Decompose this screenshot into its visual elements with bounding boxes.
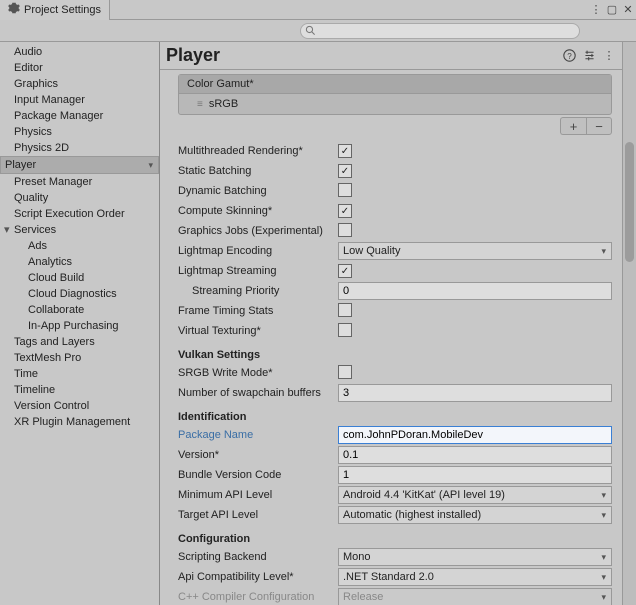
- sidebar-item-tags-and-layers[interactable]: Tags and Layers: [0, 334, 159, 350]
- caret-down-icon: ▾: [4, 223, 14, 237]
- sidebar-item-services[interactable]: ▾Services: [0, 222, 159, 238]
- presets-icon[interactable]: [582, 49, 596, 63]
- sidebar-item-audio[interactable]: Audio: [0, 44, 159, 60]
- cpp-compiler-select: Release: [338, 588, 612, 605]
- srgb-write-checkbox[interactable]: [338, 365, 352, 379]
- sidebar-item-cloud-diagnostics[interactable]: Cloud Diagnostics: [0, 286, 159, 302]
- frame-timing-checkbox[interactable]: [338, 303, 352, 317]
- target-api-level-select[interactable]: Automatic (highest installed): [338, 506, 612, 524]
- sidebar-item-cloud-build[interactable]: Cloud Build: [0, 270, 159, 286]
- sidebar-item-physics-2d[interactable]: Physics 2D: [0, 140, 159, 156]
- identification-heading: Identification: [178, 411, 612, 423]
- settings-sidebar: AudioEditorGraphicsInput ManagerPackage …: [0, 42, 160, 605]
- window-menu-icon[interactable]: ⋮: [588, 2, 604, 18]
- sidebar-item-script-execution-order[interactable]: Script Execution Order: [0, 206, 159, 222]
- dynamic-batching-checkbox[interactable]: [338, 183, 352, 197]
- page-title: Player: [166, 45, 562, 66]
- sidebar-item-version-control[interactable]: Version Control: [0, 398, 159, 414]
- sidebar-item-timeline[interactable]: Timeline: [0, 382, 159, 398]
- minimum-api-level-select[interactable]: Android 4.4 'KitKat' (API level 19): [338, 486, 612, 504]
- lightmap-streaming-checkbox[interactable]: [338, 264, 352, 278]
- lightmap-encoding-select[interactable]: Low Quality: [338, 242, 612, 260]
- sidebar-item-ads[interactable]: Ads: [0, 238, 159, 254]
- help-icon[interactable]: ?: [562, 49, 576, 63]
- gear-icon: [8, 2, 20, 17]
- sidebar-item-collaborate[interactable]: Collaborate: [0, 302, 159, 318]
- sidebar-item-time[interactable]: Time: [0, 366, 159, 382]
- sidebar-item-in-app-purchasing[interactable]: In-App Purchasing: [0, 318, 159, 334]
- bundle-version-code-input[interactable]: [338, 466, 612, 484]
- sidebar-item-xr-plugin-management[interactable]: XR Plugin Management: [0, 414, 159, 430]
- add-gamut-button[interactable]: +: [560, 117, 586, 135]
- remove-gamut-button[interactable]: −: [586, 117, 612, 135]
- color-gamut-header[interactable]: Color Gamut*: [179, 75, 611, 94]
- sidebar-item-analytics[interactable]: Analytics: [0, 254, 159, 270]
- static-batching-checkbox[interactable]: [338, 164, 352, 178]
- sidebar-item-quality[interactable]: Quality: [0, 190, 159, 206]
- sidebar-item-textmesh-pro[interactable]: TextMesh Pro: [0, 350, 159, 366]
- vulkan-heading: Vulkan Settings: [178, 349, 612, 361]
- package-name-label[interactable]: Package Name: [178, 429, 338, 441]
- color-gamut-item[interactable]: ≡ sRGB: [179, 94, 611, 114]
- window-close-icon[interactable]: ✕: [620, 2, 636, 18]
- package-name-input[interactable]: [338, 426, 612, 444]
- compute-skinning-checkbox[interactable]: [338, 204, 352, 218]
- color-gamut-list: Color Gamut* ≡ sRGB: [178, 74, 612, 115]
- svg-text:?: ?: [567, 52, 572, 61]
- configuration-heading: Configuration: [178, 533, 612, 545]
- sidebar-item-preset-manager[interactable]: Preset Manager: [0, 174, 159, 190]
- sidebar-item-player[interactable]: Player: [0, 156, 159, 174]
- sidebar-item-graphics[interactable]: Graphics: [0, 76, 159, 92]
- streaming-priority-input[interactable]: [338, 282, 612, 300]
- settings-menu-icon[interactable]: ⋮: [602, 49, 616, 63]
- window-title: Project Settings: [24, 4, 101, 16]
- sidebar-item-input-manager[interactable]: Input Manager: [0, 92, 159, 108]
- api-compatibility-select[interactable]: .NET Standard 2.0: [338, 568, 612, 586]
- drag-handle-icon[interactable]: ≡: [197, 99, 203, 110]
- sidebar-item-physics[interactable]: Physics: [0, 124, 159, 140]
- swapchain-buffers-input[interactable]: [338, 384, 612, 402]
- search-icon: [305, 25, 316, 39]
- search-input[interactable]: [300, 23, 580, 39]
- window-maximize-icon[interactable]: ▢: [604, 2, 620, 18]
- vertical-scrollbar[interactable]: [622, 42, 636, 605]
- tab-project-settings[interactable]: Project Settings: [0, 0, 110, 20]
- version-input[interactable]: [338, 446, 612, 464]
- graphics-jobs-checkbox[interactable]: [338, 223, 352, 237]
- multithreaded-rendering-checkbox[interactable]: [338, 144, 352, 158]
- scripting-backend-select[interactable]: Mono: [338, 548, 612, 566]
- virtual-texturing-checkbox[interactable]: [338, 323, 352, 337]
- sidebar-item-editor[interactable]: Editor: [0, 60, 159, 76]
- scrollbar-thumb[interactable]: [625, 142, 634, 262]
- sidebar-item-package-manager[interactable]: Package Manager: [0, 108, 159, 124]
